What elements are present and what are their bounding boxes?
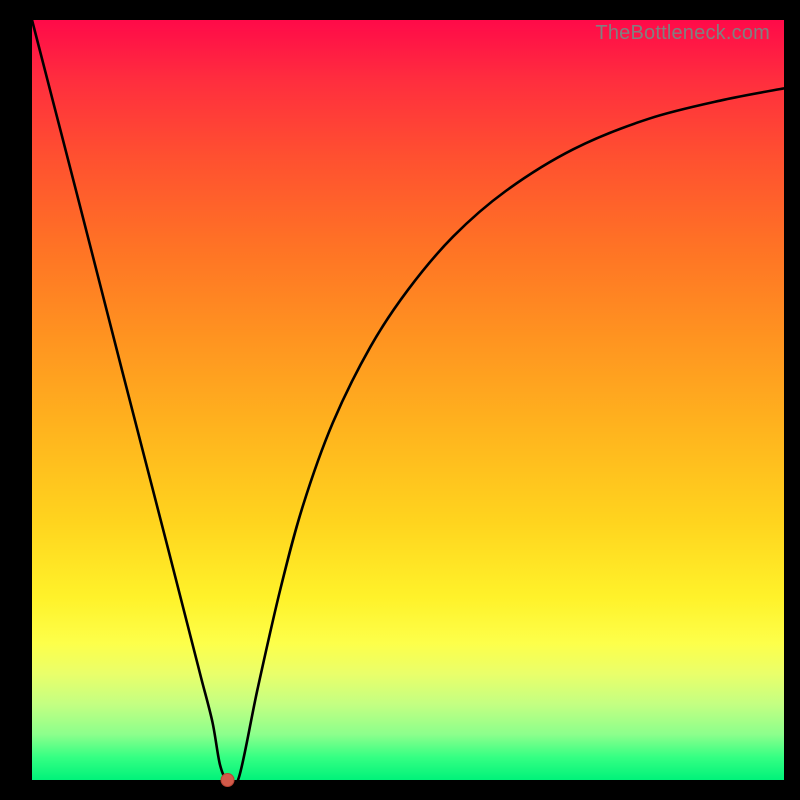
curve-svg [32,20,784,780]
chart-frame: TheBottleneck.com [0,0,800,800]
minimum-marker [221,774,234,787]
plot-area: TheBottleneck.com [32,20,784,780]
bottleneck-curve [32,20,784,786]
